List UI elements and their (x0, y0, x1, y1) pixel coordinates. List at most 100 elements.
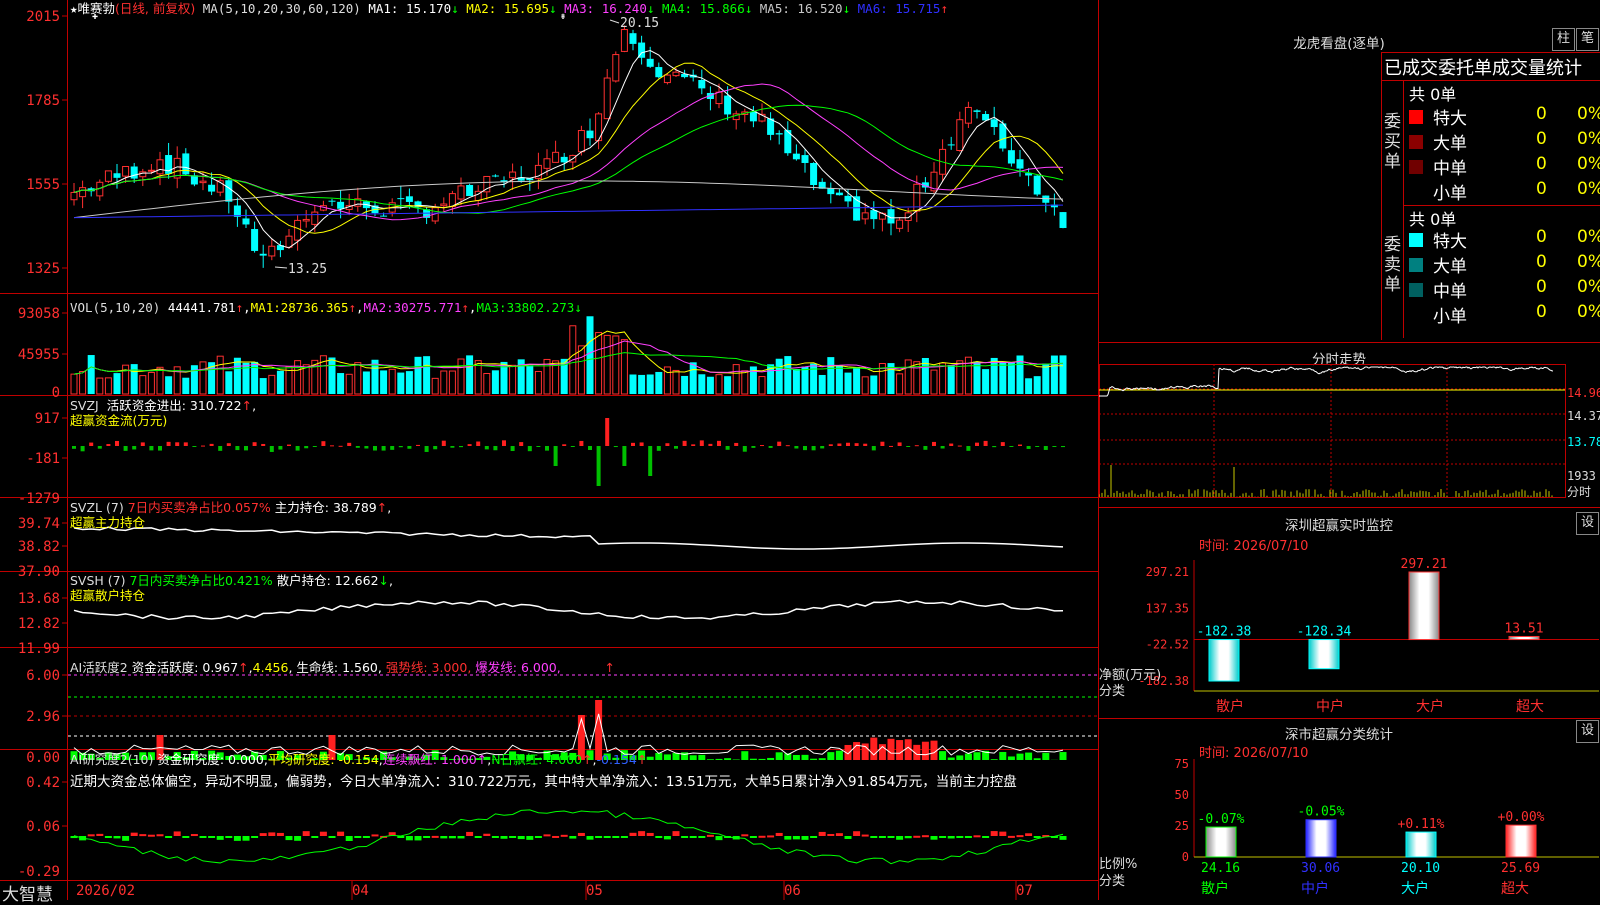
vol-title: VOL(5,10,20) 44441.781↑,MA1:28736.365↑,M… (70, 300, 582, 315)
sell-row-count-2: 0 (1536, 277, 1547, 297)
research-bar (621, 836, 628, 838)
app-logo[interactable]: 大智慧 (2, 880, 53, 905)
volume-bar (105, 378, 111, 394)
activity-bar (819, 758, 826, 760)
research-bar (492, 836, 499, 838)
candle-body (999, 123, 1006, 148)
volume-bar (441, 371, 447, 394)
research-bar (698, 836, 705, 838)
intraday-chart[interactable]: 14.96 14.37 13.78 1933 分时 (1099, 364, 1600, 504)
flow-bar (949, 444, 953, 446)
activity-bar (1017, 754, 1024, 760)
volume-bar (114, 373, 121, 394)
flow-bar (923, 446, 927, 450)
activity-bar (888, 739, 895, 760)
volume-bar (225, 371, 232, 394)
ai-research-t1: 资金研究度: 0.000 (157, 752, 263, 767)
svzj-subtitle: 超赢资金流(万元) (70, 413, 167, 428)
volume-bar (191, 365, 198, 394)
flow-bar (1001, 442, 1005, 446)
flow-bar (760, 445, 764, 446)
flow-bar (124, 446, 128, 451)
sz-class-settings-button[interactable]: 设 (1576, 720, 1599, 743)
volume-bar (1060, 355, 1067, 394)
flow-bar (81, 446, 85, 451)
volume-bar (1051, 356, 1058, 394)
flow-bar (270, 446, 274, 452)
activity-bar (836, 751, 843, 760)
flow-bar (906, 446, 910, 447)
fenshi-vol-max: 1933 (1567, 469, 1596, 483)
volume-bar (853, 367, 860, 394)
class-bar-2 (1406, 832, 1436, 857)
candle-body (295, 220, 301, 240)
svzl-line (74, 527, 1063, 549)
activity-bar (707, 759, 714, 760)
candle-body (397, 198, 404, 199)
candle-body (836, 193, 843, 196)
research-bar (896, 836, 903, 840)
column-view-button[interactable]: 柱 (1552, 28, 1575, 51)
act-ytick-1: 2.96 (26, 709, 60, 725)
research-bar (432, 836, 439, 838)
activity-bar (810, 759, 817, 760)
candle-body (269, 246, 275, 256)
volume-bar (484, 374, 490, 394)
buy-row-count-1: 0 (1536, 129, 1547, 149)
ma-legend-3: MA3: 16.240 (564, 1, 647, 16)
flow-bar (734, 443, 738, 446)
svzj-ytick-1: -181 (26, 451, 60, 467)
candle-body (286, 236, 292, 247)
sz-class-chart: 7550250-0.07%24.16散户-0.05%30.06中户+0.11%2… (1099, 755, 1600, 900)
sell-row-color-3 (1409, 308, 1423, 322)
flow-bar (855, 443, 859, 446)
flow-bar (648, 446, 652, 476)
candle-body (974, 110, 981, 112)
research-bar (268, 832, 275, 836)
research-bar (105, 836, 112, 838)
research-bar (535, 836, 542, 838)
flow-bar (622, 446, 626, 466)
research-bar (260, 833, 267, 836)
flow-bar (708, 444, 712, 446)
volume-bar (845, 373, 852, 394)
flow-bar (932, 442, 936, 446)
candle-body (870, 210, 877, 219)
volume-bar (596, 333, 602, 394)
candle-body (647, 59, 654, 67)
period-label[interactable]: (日线, 前复权) (115, 1, 195, 16)
candle-body (630, 33, 637, 44)
flow-bar (158, 446, 162, 451)
right-panel: 龙虎看盘(逐单) 柱 笔 已成交委托单成交量统计 委买单 委卖单 共 0单 共 … (1099, 0, 1600, 900)
research-bars (71, 810, 1067, 864)
fenshi-vol-label: 分时 (1567, 485, 1591, 499)
research-bar (311, 836, 318, 838)
class-category-3: 超大 (1501, 881, 1529, 897)
activity-bar (956, 755, 963, 760)
svzj-ytick-0: 917 (35, 411, 60, 427)
activity-bar (733, 759, 740, 760)
candle-body (544, 159, 550, 169)
class-bar-3 (1506, 825, 1536, 857)
xaxis-label-4: 07 (1016, 883, 1033, 899)
sell-row-count-0: 0 (1536, 227, 1547, 247)
candle-body (303, 219, 309, 220)
buy-row-name-2: 中单 (1433, 154, 1467, 179)
research-bar (122, 836, 129, 841)
sz-monitor-settings-button[interactable]: 设 (1576, 512, 1599, 535)
flow-bar (511, 446, 515, 451)
candlesticks (71, 25, 1067, 267)
buy-row-pct-1: 0% (1577, 129, 1600, 149)
volume-bar (733, 365, 739, 394)
tick-view-button[interactable]: 笔 (1576, 28, 1599, 51)
candle-body (664, 75, 670, 82)
volume-bar (380, 370, 387, 394)
volume-bar (655, 372, 662, 394)
flow-bar (536, 446, 540, 447)
flow-bar (846, 443, 850, 446)
svzl-holding: 主力持仓: 38.789 (275, 500, 377, 515)
class-category-1: 中户 (1301, 880, 1329, 897)
volume-bar (535, 371, 541, 394)
research-bar (948, 836, 955, 838)
volume-bar (974, 362, 981, 394)
